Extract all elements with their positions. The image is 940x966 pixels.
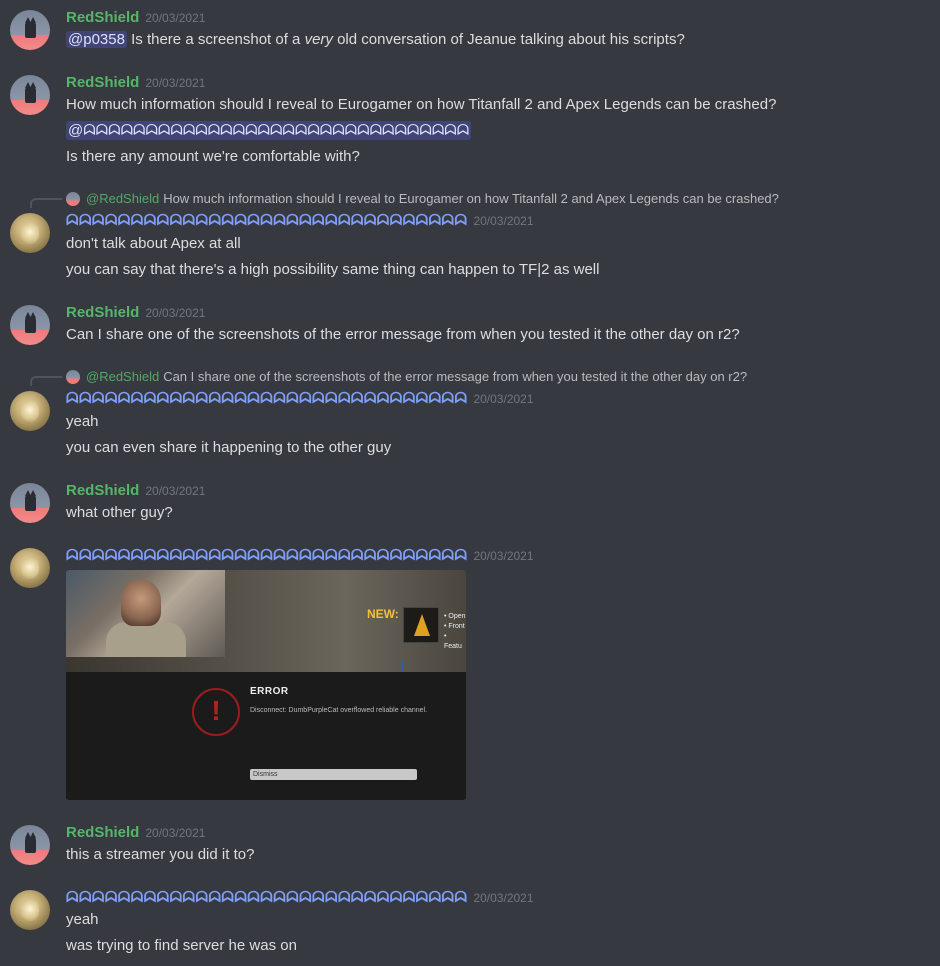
reply-avatar <box>66 369 80 384</box>
timestamp: 20/03/2021 <box>145 76 206 90</box>
reply-text: How much information should I reveal to … <box>163 191 779 206</box>
user-avatar[interactable] <box>10 548 50 588</box>
reply-preview[interactable]: @RedShield Can I share one of the screen… <box>66 369 747 384</box>
message-text: what other guy? <box>66 504 173 521</box>
user-mention[interactable]: @p0358 <box>66 31 127 48</box>
dismiss-button: Dismiss <box>250 769 417 780</box>
timestamp: 20/03/2021 <box>473 891 534 905</box>
user-avatar[interactable] <box>10 305 50 345</box>
user-avatar[interactable] <box>10 483 50 523</box>
message-text: don't talk about Apex at all <box>66 235 241 252</box>
message-text: was trying to find server he was on <box>66 937 297 954</box>
timestamp: 20/03/2021 <box>145 484 206 498</box>
timestamp: 20/03/2021 <box>145 826 206 840</box>
reply-username[interactable]: @RedShield <box>86 191 159 206</box>
message-text: old conversation of Jeanue talking about… <box>337 31 685 48</box>
flame-icon <box>403 607 439 643</box>
message-text: Is there any amount we're comfortable wi… <box>66 148 360 165</box>
timestamp: 20/03/2021 <box>145 306 206 320</box>
username[interactable]: ᗣᗣᗣᗣᗣᗣᗣᗣᗣᗣᗣᗣᗣᗣᗣᗣᗣᗣᗣᗣᗣᗣᗣᗣᗣᗣᗣᗣᗣᗣᗣ <box>66 390 467 407</box>
reply-avatar <box>66 191 80 206</box>
reply-preview[interactable]: @RedShield How much information should I… <box>66 191 779 206</box>
username[interactable]: ᗣᗣᗣᗣᗣᗣᗣᗣᗣᗣᗣᗣᗣᗣᗣᗣᗣᗣᗣᗣᗣᗣᗣᗣᗣᗣᗣᗣᗣᗣᗣ <box>66 889 467 906</box>
username[interactable]: ᗣᗣᗣᗣᗣᗣᗣᗣᗣᗣᗣᗣᗣᗣᗣᗣᗣᗣᗣᗣᗣᗣᗣᗣᗣᗣᗣᗣᗣᗣᗣ <box>66 547 467 564</box>
new-label: NEW: <box>367 607 399 621</box>
message-text: yeah <box>66 413 99 430</box>
message-text: you can even share it happening to the o… <box>66 439 392 456</box>
username[interactable]: ᗣᗣᗣᗣᗣᗣᗣᗣᗣᗣᗣᗣᗣᗣᗣᗣᗣᗣᗣᗣᗣᗣᗣᗣᗣᗣᗣᗣᗣᗣᗣ <box>66 212 467 229</box>
message-text: yeah <box>66 911 99 928</box>
user-avatar[interactable] <box>10 10 50 50</box>
reply-spine <box>30 376 62 386</box>
username[interactable]: RedShield <box>66 74 139 91</box>
timestamp: 20/03/2021 <box>145 11 206 25</box>
user-avatar[interactable] <box>10 890 50 930</box>
message-text: you can say that there's a high possibil… <box>66 261 600 278</box>
reply-username[interactable]: @RedShield <box>86 369 159 384</box>
feature-list: • Open • Front • Featu <box>444 613 466 650</box>
username[interactable]: RedShield <box>66 304 139 321</box>
user-avatar[interactable] <box>10 391 50 431</box>
image-attachment[interactable]: NEW: • Open • Front • Featu ! ERROR Disc… <box>66 570 466 800</box>
message-text: Is there a screenshot of a <box>131 31 301 48</box>
reply-text: Can I share one of the screenshots of th… <box>163 369 748 384</box>
user-avatar[interactable] <box>10 825 50 865</box>
ui-bar <box>401 661 404 672</box>
username[interactable]: RedShield <box>66 9 139 26</box>
username[interactable]: RedShield <box>66 482 139 499</box>
user-avatar[interactable] <box>10 213 50 253</box>
user-avatar[interactable] <box>10 75 50 115</box>
error-message: Disconnect: DumbPurpleCat overflowed rel… <box>250 707 428 714</box>
message-text: Can I share one of the screenshots of th… <box>66 326 740 343</box>
error-icon: ! <box>192 688 240 736</box>
error-title: ERROR <box>250 686 289 697</box>
timestamp: 20/03/2021 <box>473 214 534 228</box>
username[interactable]: RedShield <box>66 824 139 841</box>
webcam-overlay <box>66 570 225 657</box>
timestamp: 20/03/2021 <box>473 549 534 563</box>
user-mention[interactable]: @ᗣᗣᗣᗣᗣᗣᗣᗣᗣᗣᗣᗣᗣᗣᗣᗣᗣᗣᗣᗣᗣᗣᗣᗣᗣᗣᗣᗣᗣᗣᗣ <box>66 121 472 140</box>
message-text: this a streamer you did it to? <box>66 846 255 863</box>
reply-spine <box>30 198 62 208</box>
message-text: How much information should I reveal to … <box>66 96 777 113</box>
message-text-italic: very <box>304 31 333 48</box>
timestamp: 20/03/2021 <box>473 392 534 406</box>
